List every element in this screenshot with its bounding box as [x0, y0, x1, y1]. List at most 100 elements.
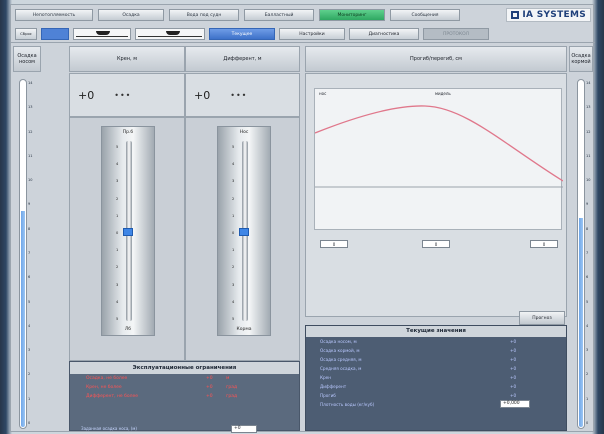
heel-tick-label: 2: [116, 265, 119, 270]
set-draft-label: Заданная осадка носа, (м): [81, 425, 137, 431]
brand-logo: IA SYSTEMS: [506, 8, 591, 22]
nav-button-damage-stability[interactable]: Непотопляемость: [15, 9, 93, 21]
heel-value: +0: [78, 88, 95, 102]
top-navigation: Непотопляемость Осадка Вода под судн Бал…: [11, 5, 595, 25]
current-value-name: Прогиб: [320, 393, 336, 398]
limit-unit: град: [226, 385, 238, 390]
heel-gauge: Пр.б 5 4 3 2 1 0 1 2 3 4 5 Лб: [101, 126, 155, 336]
draft-tick-label: 2: [28, 372, 31, 377]
current-value: +0: [510, 339, 517, 344]
draft-tick-label: 13: [586, 105, 591, 110]
heel-tick-label: 4: [116, 299, 119, 304]
heel-gauge-marker[interactable]: [123, 228, 133, 236]
current-value-row: Средняя осадка, м +0: [306, 364, 566, 373]
operational-limits-title: Эксплуатационные ограничения: [70, 362, 299, 374]
trim-gauge: Нос 5 4 3 2 1 0 1 2 3 4 5 Корма: [217, 126, 271, 336]
trim-tick-label: 4: [232, 162, 235, 167]
draft-tick-label: 1: [28, 396, 31, 401]
tab-protocol[interactable]: ПРОТОКОЛ: [423, 28, 489, 40]
trim-value: +0: [194, 88, 211, 102]
ship-profile-1[interactable]: [73, 28, 131, 40]
trim-tick-label: 0: [232, 231, 235, 235]
draft-tick-label: 10: [28, 178, 33, 183]
nav-button-messages[interactable]: Сообщения: [390, 9, 460, 21]
nav-button-ballast[interactable]: Балластный: [244, 9, 314, 21]
deflection-plot-panel: нос мидель 0 0 0: [305, 73, 567, 317]
column-header-draft-bow: Осадка носом: [13, 46, 41, 72]
limit-row: Крен, не более +0 град: [70, 383, 299, 392]
heel-tick-label: 4: [116, 162, 119, 167]
current-value: +0: [510, 393, 517, 398]
tab-diagnostics[interactable]: Диагностика: [349, 28, 419, 40]
draft-tick-label: 11: [586, 153, 591, 158]
heel-tick-label: 5: [116, 317, 119, 321]
nav-button-draft[interactable]: Осадка: [98, 9, 164, 21]
trim-panel: Нос 5 4 3 2 1 0 1 2 3 4 5 Корма: [185, 117, 300, 361]
set-draft-input[interactable]: +0: [231, 425, 257, 433]
trim-tick-label: 3: [232, 282, 235, 287]
heel-gauge-top-label: Пр.б: [122, 130, 134, 135]
limit-name: Крен, не более: [86, 385, 122, 390]
draft-tick-label: 12: [586, 129, 591, 134]
water-density-row: Плотность воды (кг/куб) +0,000: [306, 400, 566, 409]
draft-tick-label: 6: [28, 275, 31, 280]
draft-stern-gauge: 14 13 12 11 10 9 8 7 6 5 4 3 2 1 0: [573, 73, 595, 431]
trim-gauge-bottom-label: Корма: [236, 327, 252, 332]
draft-bow-tube: [19, 79, 27, 429]
draft-tick-label: 9: [586, 202, 589, 207]
trim-dots: •••: [230, 90, 248, 100]
current-value-name: Средняя осадка, м: [320, 366, 362, 371]
heel-gauge-bottom-label: Лб: [124, 327, 132, 332]
draft-stern-fill: [579, 218, 583, 427]
forecast-button[interactable]: Прогноз: [519, 311, 565, 325]
draft-tick-label: 1: [586, 396, 589, 401]
mode-button[interactable]: [41, 28, 69, 40]
current-value: +0: [510, 375, 517, 380]
draft-tick-label: 8: [28, 226, 31, 231]
draft-tick-label: 3: [586, 348, 589, 353]
current-value-name: Осадка кормой, м: [320, 348, 360, 353]
plot-corner-label: нос: [319, 91, 327, 96]
draft-tick-label: 2: [586, 372, 589, 377]
ship-profile-2[interactable]: [135, 28, 205, 40]
trim-value-row: +0 •••: [185, 73, 300, 117]
column-header-trim: Дифферент, м: [185, 46, 300, 72]
trim-gauge-marker[interactable]: [239, 228, 249, 236]
limit-name: Дифферент, не более: [86, 394, 139, 399]
nav-button-water-under-keel[interactable]: Вода под судн: [169, 9, 239, 21]
current-value: +0: [510, 357, 517, 362]
limit-unit: град: [226, 394, 238, 399]
current-value-row: Осадка кормой, м +0: [306, 346, 566, 355]
stability-monitor-screen: Непотопляемость Осадка Вода под судн Бал…: [10, 4, 595, 433]
reset-button[interactable]: Сброс: [15, 28, 37, 40]
current-value-name: Осадка средняя, м: [320, 357, 362, 362]
limit-value: +0: [206, 385, 213, 390]
heel-tick-label: 2: [116, 196, 119, 201]
deflection-pin-stern[interactable]: 0: [530, 240, 558, 248]
current-value-row: Осадка носом, м +0: [306, 337, 566, 346]
nav-button-monitoring[interactable]: Мониторинг: [319, 9, 385, 21]
deflection-pin-bow[interactable]: 0: [320, 240, 348, 248]
heel-dots: •••: [114, 90, 132, 100]
limit-row: Дифферент, не более +0 град: [70, 392, 299, 401]
ship-hull-icon: [96, 31, 110, 35]
heel-tick-label: 1: [116, 248, 119, 253]
tab-current[interactable]: Текущее: [209, 28, 275, 40]
current-value-row: Осадка средняя, м +0: [306, 355, 566, 364]
deflection-curve: [315, 105, 563, 182]
brand-name: IA SYSTEMS: [522, 10, 586, 20]
column-header-heel: Крен, м: [69, 46, 185, 72]
draft-tick-label: 0: [586, 421, 589, 425]
deflection-pin-mid[interactable]: 0: [422, 240, 450, 248]
limit-row: Осадка, не более +0 м: [70, 374, 299, 383]
tab-settings[interactable]: Настройки: [279, 28, 345, 40]
ship-hull-icon: [166, 31, 180, 35]
draft-bow-fill: [21, 211, 25, 427]
trim-tick-label: 2: [232, 265, 235, 270]
trim-tick-label: 2: [232, 196, 235, 201]
draft-tick-label: 13: [28, 105, 33, 110]
trim-tick-label: 1: [232, 248, 235, 253]
water-density-input[interactable]: +0,000: [500, 400, 530, 408]
current-value-row: Крен +0: [306, 373, 566, 382]
trim-tick-label: 5: [232, 145, 235, 149]
